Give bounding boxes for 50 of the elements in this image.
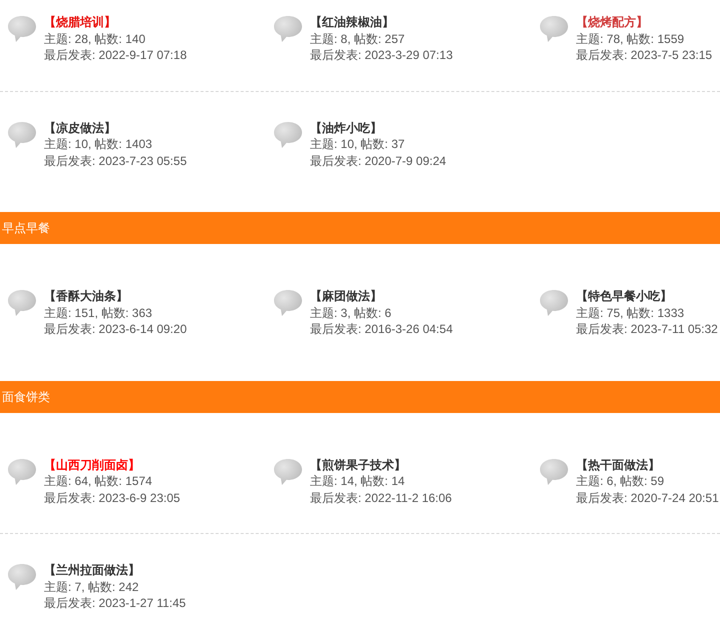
last-post-text: 最后发表: 2023-6-9 23:05	[44, 490, 180, 506]
last-post-text: 最后发表: 2016-3-26 04:54	[310, 321, 453, 338]
section-header: 面食饼类	[0, 380, 720, 412]
forum-stats: 主题: 151, 帖数: 363	[44, 304, 152, 321]
speech-bubble-icon	[539, 289, 569, 317]
forum-link[interactable]: 【香酥大油条】	[44, 288, 128, 304]
last-post-text: 最后发表: 2023-7-11 05:32	[576, 321, 718, 338]
last-post-text: 最后发表: 2020-7-24 20:51	[576, 490, 719, 506]
last-post-text: 最后发表: 2023-6-14 09:20	[44, 321, 187, 338]
speech-bubble-icon	[7, 120, 37, 148]
speech-bubble-icon	[539, 458, 569, 486]
last-post-text: 最后发表: 2022-9-17 07:18	[44, 47, 187, 64]
speech-bubble-icon	[7, 289, 37, 317]
forum-stats: 主题: 6, 帖数: 59	[576, 473, 664, 490]
forum-link[interactable]: 【烧腊培训】	[44, 14, 116, 30]
speech-bubble-icon	[273, 458, 303, 486]
last-post-text: 最后发表: 2023-3-29 07:13	[310, 47, 453, 64]
forum-link[interactable]: 【烧烤配方】	[576, 14, 648, 30]
forum-link[interactable]: 【兰州拉面做法】	[44, 562, 140, 578]
forum-link[interactable]: 【煎饼果子技术】	[310, 456, 406, 473]
forum-stats: 主题: 10, 帖数: 1403	[44, 136, 152, 152]
forum-link[interactable]: 【油炸小吃】	[310, 120, 382, 136]
speech-bubble-icon	[7, 563, 37, 591]
forum-link[interactable]: 【特色早餐小吃】	[576, 288, 672, 304]
last-post-text: 最后发表: 2022-11-2 16:06	[310, 490, 452, 506]
forum-stats: 主题: 14, 帖数: 14	[310, 473, 405, 490]
forum-stats: 主题: 78, 帖数: 1559	[576, 30, 684, 47]
section-header: 早点早餐	[0, 212, 720, 244]
speech-bubble-icon	[273, 289, 303, 317]
last-post-text: 最后发表: 2023-7-23 05:55	[44, 152, 187, 169]
forum-link[interactable]: 【山西刀削面卤】	[44, 456, 140, 473]
forum-link[interactable]: 【麻团做法】	[310, 288, 382, 304]
forum-link[interactable]: 【凉皮做法】	[44, 120, 116, 136]
last-post-text: 最后发表: 2023-7-5 23:15	[576, 47, 712, 64]
last-post-text: 最后发表: 2020-7-9 09:24	[310, 152, 446, 169]
forum-link[interactable]: 【热干面做法】	[576, 456, 660, 473]
forum-stats: 主题: 28, 帖数: 140	[44, 30, 146, 47]
forum-stats: 主题: 10, 帖数: 37	[310, 136, 405, 152]
speech-bubble-icon	[7, 458, 37, 486]
forum-stats: 主题: 64, 帖数: 1574	[44, 473, 152, 490]
speech-bubble-icon	[273, 120, 303, 148]
forum-stats: 主题: 75, 帖数: 1333	[576, 304, 684, 321]
forum-stats: 主题: 3, 帖数: 6	[310, 304, 392, 321]
last-post-text: 最后发表: 2023-1-27 11:45	[44, 595, 186, 612]
speech-bubble-icon	[539, 15, 569, 43]
forum-stats: 主题: 8, 帖数: 257	[310, 30, 405, 47]
speech-bubble-icon	[7, 15, 37, 43]
forum-stats: 主题: 7, 帖数: 242	[44, 578, 139, 595]
speech-bubble-icon	[273, 15, 303, 43]
forum-link[interactable]: 【红油辣椒油】	[310, 14, 394, 30]
